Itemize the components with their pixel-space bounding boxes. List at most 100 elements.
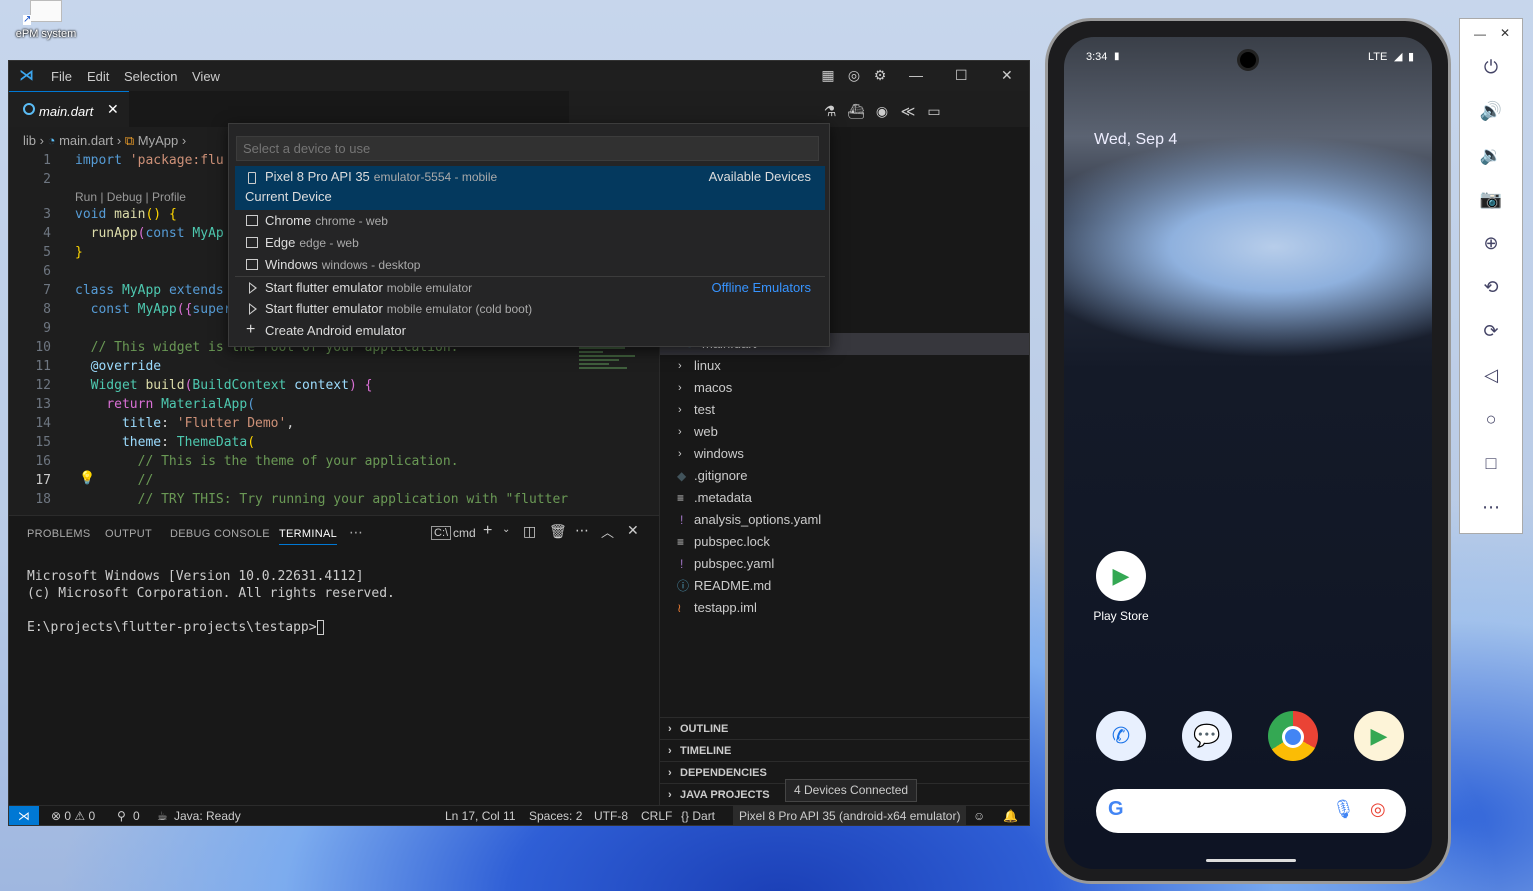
phone-app-icon[interactable]: ✆: [1096, 711, 1146, 761]
play-store-icon[interactable]: ▶: [1096, 551, 1146, 601]
power-icon[interactable]: ⏻: [1478, 54, 1504, 80]
back-icon[interactable]: ◁: [1478, 362, 1504, 388]
more-panels-icon[interactable]: ⋯: [349, 524, 363, 541]
tree-file-gitignore[interactable]: ◆ .gitignore: [660, 465, 1029, 487]
tree-file-metadata[interactable]: ≡ .metadata: [660, 487, 1029, 509]
maximize-icon[interactable]: ☐: [955, 67, 968, 84]
gesture-nav-bar[interactable]: [1206, 859, 1296, 862]
tree-file-readme[interactable]: ⓘ README.md: [660, 575, 1029, 597]
chevron-down-icon[interactable]: ⌄: [502, 524, 510, 535]
breadcrumb-file[interactable]: main.dart: [59, 133, 113, 148]
rotate-right-icon[interactable]: ⟳: [1478, 318, 1504, 344]
cursor-position[interactable]: Ln 17, Col 11: [445, 806, 516, 825]
device-search-input[interactable]: [236, 136, 819, 161]
lightbulb-icon[interactable]: 💡: [79, 471, 95, 486]
copilot-icon[interactable]: ◉: [873, 103, 891, 121]
menu-selection[interactable]: Selection: [124, 69, 177, 84]
device-tooltip: 4 Devices Connected: [785, 779, 918, 802]
java-status[interactable]: Java: Ready: [174, 806, 241, 825]
docker-icon[interactable]: ⛴: [847, 103, 865, 121]
microphone-icon[interactable]: 🎙: [1332, 799, 1355, 820]
tab-output[interactable]: OUTPUT: [105, 528, 152, 540]
tree-folder-windows[interactable]: › windows: [660, 443, 1029, 465]
ports-icon[interactable]: ⚲: [117, 806, 126, 825]
settings-gear-icon[interactable]: ⚙: [871, 67, 889, 85]
close-window-icon[interactable]: ✕: [1001, 67, 1013, 84]
tree-file-iml[interactable]: ≀ testapp.iml: [660, 597, 1029, 619]
flask-icon[interactable]: ⚗: [821, 103, 839, 121]
desktop-shortcut[interactable]: ePM system: [8, 0, 84, 46]
rotate-left-icon[interactable]: ⟲: [1478, 274, 1504, 300]
terminal-shell-name[interactable]: cmd: [453, 526, 476, 540]
device-option-chrome[interactable]: Chrome chrome - web: [235, 210, 825, 232]
tab-terminal[interactable]: TERMINAL: [279, 528, 338, 545]
line-ending[interactable]: CRLF: [641, 806, 672, 825]
tab-debug-console[interactable]: DEBUG CONSOLE: [170, 528, 270, 540]
copilot-status-icon[interactable]: ☺: [973, 806, 985, 825]
account-icon[interactable]: ◎: [845, 67, 863, 85]
terminal-output[interactable]: Microsoft Windows [Version 10.0.22631.41…: [27, 568, 395, 636]
play-store-dock-icon[interactable]: ▶: [1354, 711, 1404, 761]
home-icon[interactable]: ○: [1478, 406, 1504, 432]
messages-app-icon[interactable]: 💬: [1182, 711, 1232, 761]
close-panel-icon[interactable]: ✕: [627, 522, 639, 539]
indentation[interactable]: Spaces: 2: [529, 806, 582, 825]
section-outline[interactable]: › OUTLINE: [660, 717, 1029, 739]
tree-folder-macos[interactable]: › macos: [660, 377, 1029, 399]
lens-camera-icon[interactable]: ◎: [1370, 799, 1386, 820]
close-icon[interactable]: ✕: [1500, 26, 1510, 40]
tree-folder-linux[interactable]: › linux: [660, 355, 1029, 377]
remote-indicator-icon[interactable]: ⋊: [9, 806, 39, 825]
device-option-selected[interactable]: Pixel 8 Pro API 35 emulator-5554 - mobile…: [235, 166, 825, 210]
device-option-edge[interactable]: Edge edge - web: [235, 232, 825, 254]
remote-explorer-icon[interactable]: ▭: [925, 103, 943, 121]
notifications-bell-icon[interactable]: 🔔: [1003, 806, 1018, 825]
git-file-icon: ◆: [677, 469, 687, 483]
minimize-icon[interactable]: —: [909, 67, 923, 83]
tree-folder-web[interactable]: › web: [660, 421, 1029, 443]
language-mode[interactable]: {} Dart: [681, 806, 715, 825]
menu-edit[interactable]: Edit: [87, 69, 109, 84]
trash-icon[interactable]: 🗑: [549, 523, 567, 540]
device-selector[interactable]: Pixel 8 Pro API 35 (android-x64 emulator…: [733, 806, 967, 825]
tree-file-pubspec-yaml[interactable]: ! pubspec.yaml: [660, 553, 1029, 575]
volume-up-icon[interactable]: 🔊: [1478, 98, 1504, 124]
menu-view[interactable]: View: [192, 69, 220, 84]
android-emulator-frame: 3:34 ▮ LTE ◢ ▮ Wed, Sep 4 ▶ Play Store ✆…: [1045, 18, 1451, 884]
encoding[interactable]: UTF-8: [594, 806, 628, 825]
more-options-icon[interactable]: ⋯: [1478, 494, 1504, 520]
minimize-icon[interactable]: —: [1474, 27, 1486, 41]
google-search-bar[interactable]: G 🎙 ◎: [1096, 789, 1406, 833]
breadcrumb-lib[interactable]: lib: [23, 133, 36, 148]
zoom-icon[interactable]: ⊕: [1478, 230, 1504, 256]
ports-status[interactable]: 0: [133, 806, 140, 825]
device-option-windows[interactable]: Windows windows - desktop: [235, 254, 825, 276]
date-widget[interactable]: Wed, Sep 4: [1094, 131, 1177, 149]
chrome-app-icon[interactable]: [1268, 711, 1318, 761]
layout-icon[interactable]: ▦: [819, 67, 837, 85]
more-actions-icon[interactable]: ⋯: [575, 522, 589, 539]
tree-file-analysis-options[interactable]: ! analysis_options.yaml: [660, 509, 1029, 531]
menu-file[interactable]: File: [51, 69, 72, 84]
volume-down-icon[interactable]: 🔉: [1478, 142, 1504, 168]
section-timeline[interactable]: › TIMELINE: [660, 739, 1029, 761]
new-terminal-icon[interactable]: +: [483, 522, 492, 540]
tab-label: main.dart: [39, 104, 94, 119]
close-tab-icon[interactable]: ✕: [107, 101, 119, 118]
breadcrumb-symbol[interactable]: MyApp: [138, 133, 178, 148]
overview-icon[interactable]: □: [1478, 450, 1504, 476]
maximize-panel-icon[interactable]: ︿: [601, 522, 614, 541]
code-lens[interactable]: Run | Debug | Profile: [75, 190, 186, 204]
camera-icon[interactable]: 📷: [1478, 186, 1504, 212]
flutter-icon[interactable]: ≪: [899, 103, 917, 121]
tab-main-dart[interactable]: main.dart ✕: [9, 91, 129, 127]
phone-screen[interactable]: 3:34 ▮ LTE ◢ ▮ Wed, Sep 4 ▶ Play Store ✆…: [1064, 37, 1432, 869]
tree-folder-test[interactable]: › test: [660, 399, 1029, 421]
emulator-option-create[interactable]: + Create Android emulator: [235, 320, 825, 342]
tree-file-pubspec-lock[interactable]: ≡ pubspec.lock: [660, 531, 1029, 553]
emulator-option-cold-boot[interactable]: Start flutter emulator mobile emulator (c…: [235, 298, 825, 320]
emulator-option-start[interactable]: Start flutter emulator mobile emulator Of…: [235, 277, 825, 299]
problems-status[interactable]: ⊗ 0 ⚠ 0: [51, 806, 95, 825]
split-terminal-icon[interactable]: ◫: [523, 523, 536, 540]
tab-problems[interactable]: PROBLEMS: [27, 528, 91, 540]
